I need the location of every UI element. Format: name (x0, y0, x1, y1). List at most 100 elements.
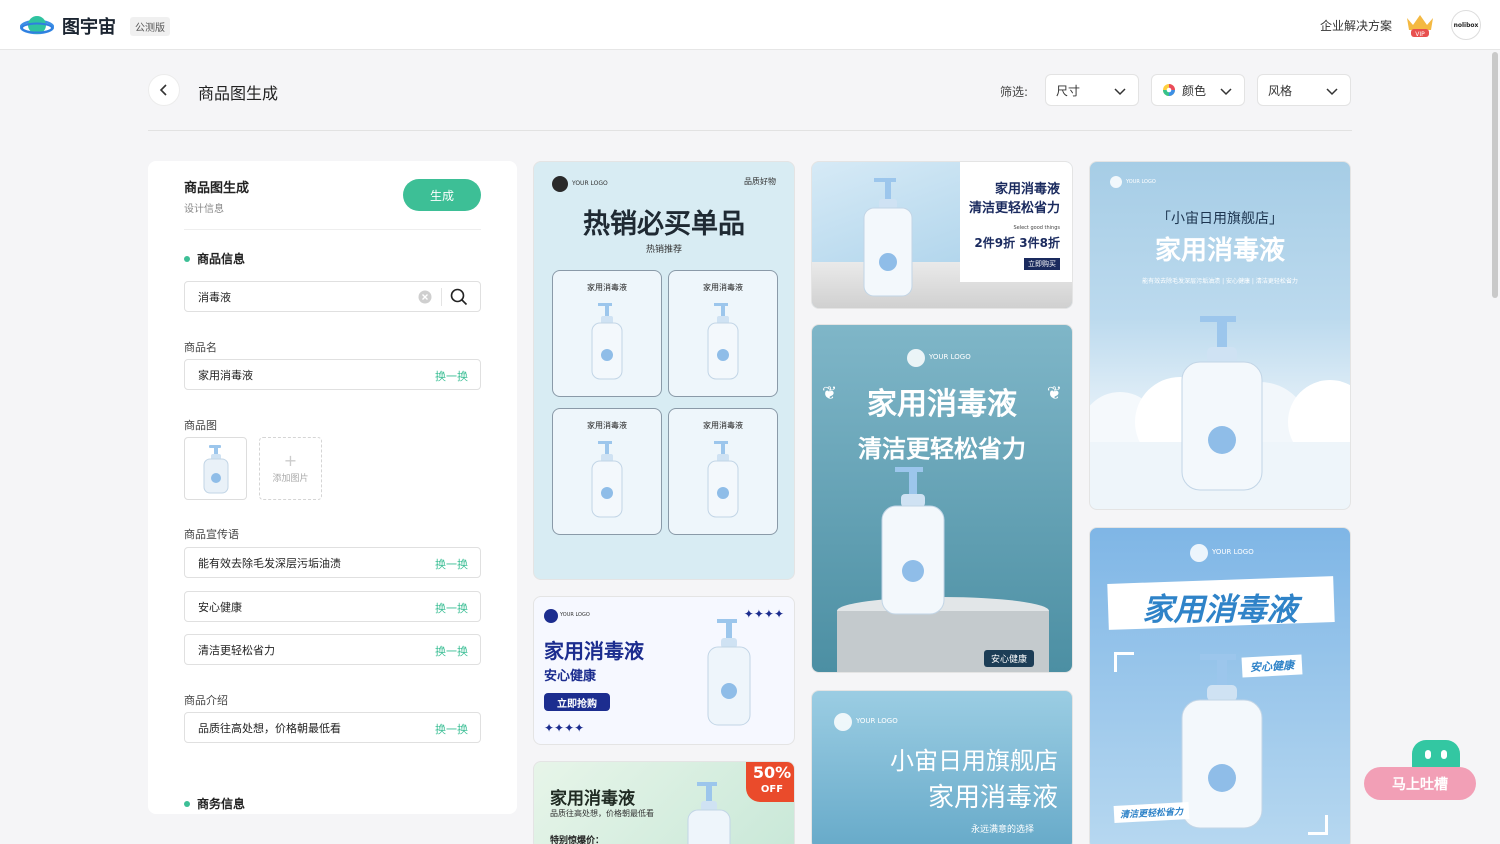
design-info-panel: 商品图生成 设计信息 生成 商品信息 消毒液 商品名 家用消毒液 换一换 商品图 (148, 161, 517, 814)
search-input-value: 消毒液 (198, 290, 231, 304)
template-card-sticker[interactable]: YOUR LOGO 家用消毒液 安心健康 清洁更轻松省力 (1089, 527, 1351, 844)
section-dot (184, 800, 190, 807)
card-subtitle: 安心健康 (544, 669, 597, 684)
scrollbar-thumb[interactable] (1492, 52, 1498, 298)
bottle-icon (203, 444, 228, 493)
filter-style[interactable]: 风格 (1257, 74, 1351, 106)
template-card-pedestal[interactable]: YOUR LOGO ❦ ❦ 家用消毒液 清洁更轻松省力 安心健康 (811, 324, 1073, 673)
swap-slogan-button[interactable]: 换一换 (435, 643, 468, 659)
filter-color[interactable]: 颜色 (1151, 74, 1245, 106)
search-icon[interactable] (450, 288, 468, 306)
card-logo-text: YOUR LOGO (572, 180, 608, 187)
mini-product-card: 家用消毒液 (668, 270, 778, 397)
vip-crown-icon[interactable]: VIP (1405, 12, 1435, 38)
swap-slogan-button[interactable]: 换一换 (435, 600, 468, 616)
enterprise-link[interactable]: 企业解决方案 (1320, 17, 1392, 34)
card-cta-button: 立即购买 (1024, 258, 1060, 270)
intro-value: 品质往高处想，价格朝最低看 (198, 721, 341, 735)
card-subtitle: 清洁更轻松省力 (968, 201, 1060, 216)
template-card-clouds[interactable]: YOUR LOGO 「小宙日用旗舰店」 家用消毒液 能有效去除毛发深层污垢油渍 … (1089, 161, 1351, 510)
product-name-field[interactable]: 家用消毒液 换一换 (184, 359, 481, 390)
card-price-label: 特别惊爆价： (550, 836, 605, 844)
discount-badge: 50% OFF (746, 762, 794, 802)
filter-size-label: 尺寸 (1056, 83, 1081, 98)
mini-card-title: 家用消毒液 (703, 421, 743, 430)
card-small-text: Select good things (1013, 225, 1060, 231)
input-separator (441, 288, 442, 306)
slogan-field-2[interactable]: 安心健康 换一换 (184, 591, 481, 622)
slogan-field-3[interactable]: 清洁更轻松省力 换一换 (184, 634, 481, 665)
chevron-down-icon (1114, 88, 1126, 96)
feedback-label: 马上吐槽 (1392, 776, 1448, 793)
filter-color-label: 颜色 (1182, 83, 1207, 98)
planet-logo-icon (20, 16, 54, 35)
card-title: 家用消毒液 (867, 387, 1017, 422)
template-card-store[interactable]: YOUR LOGO 小宙日用旗舰店 家用消毒液 永远满意的选择 (811, 690, 1073, 844)
card-logo-text: YOUR LOGO (1212, 548, 1254, 556)
template-card-discount[interactable]: 家用消毒液 清洁更轻松省力 Select good things 2件9折 3件… (811, 161, 1073, 309)
filter-size[interactable]: 尺寸 (1045, 74, 1139, 106)
bottle-icon (707, 619, 751, 726)
swap-intro-button[interactable]: 换一换 (435, 721, 468, 737)
mini-card-title: 家用消毒液 (587, 283, 627, 292)
color-wheel-icon (1163, 84, 1175, 96)
card-subtitle: 家用消毒液 (927, 783, 1058, 813)
name-label: 商品名 (184, 341, 217, 354)
beta-badge: 公测版 (130, 16, 170, 36)
card-title: 小宙日用旗舰店 (890, 747, 1058, 775)
logo-mark-icon (544, 609, 558, 623)
swap-name-button[interactable]: 换一换 (435, 368, 468, 384)
logo-mark-icon (1110, 176, 1122, 188)
card-title: 家用消毒液 (550, 789, 635, 809)
avatar[interactable]: nolibox (1451, 10, 1481, 40)
discount-off: OFF (760, 784, 784, 795)
template-card-banner-navy[interactable]: YOUR LOGO ✦✦✦✦ 家用消毒液 安心健康 立即抢购 ✦✦✦✦ (533, 596, 795, 745)
filter-style-label: 风格 (1268, 83, 1293, 98)
add-image-button[interactable]: + 添加图片 (259, 437, 322, 500)
corner-bracket-icon (1308, 815, 1328, 835)
card-promo: 2件9折 3件8折 (974, 236, 1060, 250)
slogan-value: 能有效去除毛发深层污垢油渍 (198, 556, 341, 570)
business-section-header: 商务信息 (184, 795, 245, 812)
feedback-button[interactable]: 马上吐槽 (1364, 767, 1476, 800)
card-cta-label: 立即抢购 (557, 698, 597, 710)
back-button[interactable] (148, 74, 180, 106)
chevron-down-icon (1326, 88, 1338, 96)
template-card-hot-sale[interactable]: YOUR LOGO 品质好物 热销必买单品 热销推荐 家用消毒液 家用消毒液 家… (533, 161, 795, 580)
intro-label: 商品介绍 (184, 694, 228, 707)
chevron-down-icon (1220, 88, 1232, 96)
clear-icon[interactable] (418, 290, 432, 304)
card-tagline: 永远满意的选择 (970, 825, 1034, 835)
panel-title: 商品图生成 (184, 181, 250, 196)
product-image-thumb[interactable] (184, 437, 247, 500)
slogan-field-1[interactable]: 能有效去除毛发深层污垢油渍 换一换 (184, 547, 481, 578)
swap-slogan-button[interactable]: 换一换 (435, 556, 468, 572)
mini-card-title: 家用消毒液 (703, 283, 743, 292)
business-section-title: 商务信息 (197, 797, 246, 811)
generate-button[interactable]: 生成 (403, 179, 481, 211)
search-input[interactable]: 消毒液 (184, 281, 481, 312)
slogan-label: 商品宣传语 (184, 528, 239, 541)
brand-logo[interactable]: 图宇宙 公测版 (20, 13, 170, 39)
plus-icon: + (283, 451, 298, 470)
intro-field[interactable]: 品质往高处想，价格朝最低看 换一换 (184, 712, 481, 743)
chevron-left-icon (159, 84, 167, 96)
logo-mark-icon (1190, 544, 1208, 562)
mini-product-card: 家用消毒液 (552, 408, 662, 535)
card-cta-button: 立即抢购 (544, 693, 610, 711)
card-corner-text: 品质好物 (744, 177, 776, 186)
card-title: 家用消毒液 (1142, 592, 1298, 628)
bottle-icon (687, 782, 731, 844)
bottle-icon (591, 441, 623, 518)
page-title: 商品图生成 (198, 84, 279, 103)
template-card-green-sale[interactable]: 家用消毒液 品质往高处想，价格朝最低看 特别惊爆价： 50% OFF (533, 761, 795, 844)
card-title: 家用消毒液 (1154, 236, 1285, 266)
logo-mark-icon (834, 713, 852, 731)
bottle-icon (881, 467, 945, 615)
brand-name: 图宇宙 (62, 17, 116, 38)
product-section-title: 商品信息 (197, 252, 246, 266)
logo-mark-icon (907, 349, 925, 367)
card-subtitle: 清洁更轻松省力 (858, 435, 1026, 463)
vip-label: VIP (1415, 31, 1425, 38)
mascot-eye (1425, 750, 1431, 759)
